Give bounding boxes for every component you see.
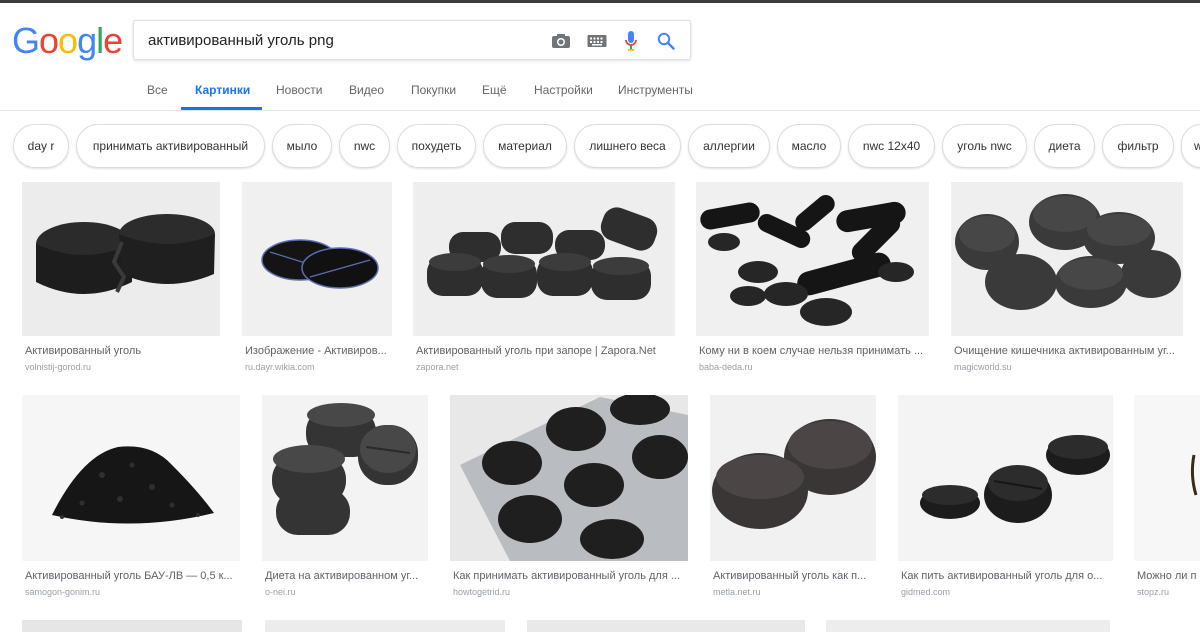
logo-letter: o [58,20,78,61]
result-domain: ru.dayr.wikia.com [245,362,315,372]
image-result[interactable]: Активированный уголь БАУ-ЛВ — 0,5 к... s… [22,395,240,601]
google-logo[interactable]: Google [12,20,123,62]
result-domain: zapora.net [416,362,459,372]
result-domain: gidmed.com [901,587,951,597]
search-box[interactable]: активированный уголь png [133,20,691,60]
image-result[interactable]: Можно ли п stopz.ru [1134,395,1200,601]
result-caption[interactable]: Очищение кишечника активированным уг... [954,345,1184,357]
window-top-border [0,0,1200,3]
tab-video[interactable]: Видео [349,83,384,97]
keyboard-icon[interactable] [586,30,608,52]
chip[interactable]: уголь nwc [942,124,1027,168]
tab-all[interactable]: Все [147,83,168,97]
result-thumbnail[interactable] [527,620,805,632]
result-caption[interactable]: Активированный уголь [25,345,221,357]
result-domain: metla.net.ru [713,587,761,597]
thumbnail-watermark: howtogetrid [454,401,529,416]
result-thumbnail[interactable] [265,620,505,632]
result-caption[interactable]: Как принимать активированный уголь для .… [453,570,689,582]
result-caption[interactable]: Можно ли п [1137,570,1200,582]
result-domain: magicworld.su [954,362,1012,372]
search-tabs: Все Картинки Новости Видео Покупки Ещё Н… [0,70,1200,111]
logo-letter: l [96,20,104,61]
result-caption[interactable]: Как пить активированный уголь для о... [901,570,1114,582]
camera-icon[interactable] [550,30,572,52]
result-caption[interactable]: Изображение - Активиров... [245,345,393,357]
result-caption[interactable]: Активированный уголь как п... [713,570,877,582]
result-caption[interactable]: Кому ни в коем случае нельзя принимать .… [699,345,930,357]
image-result[interactable]: Как пить активированный уголь для о... g… [898,395,1113,601]
logo-letter: o [39,20,59,61]
chip[interactable]: лишнего веса [574,124,681,168]
logo-letter: g [77,20,97,61]
search-input[interactable]: активированный уголь png [148,32,334,49]
search-icon[interactable] [655,30,677,52]
tab-shopping[interactable]: Покупки [411,83,456,97]
chip[interactable]: nwc [339,124,390,168]
chip[interactable]: аллергии [688,124,770,168]
image-result[interactable]: Активированный уголь как п... metla.net.… [710,395,876,601]
image-result[interactable]: Очищение кишечника активированным уг... … [951,182,1183,374]
result-caption[interactable]: Активированный уголь при запоре | Zapora… [416,345,676,357]
result-thumbnail[interactable] [242,182,392,336]
result-thumbnail[interactable] [898,395,1113,561]
result-thumbnail[interactable] [413,182,675,336]
result-thumbnail[interactable] [22,395,240,561]
result-domain: howtogetrid.ru [453,587,511,597]
result-thumbnail[interactable] [951,182,1183,336]
result-thumbnail[interactable] [1134,395,1200,561]
microphone-icon[interactable] [620,30,642,52]
chip[interactable]: w [1181,124,1200,168]
tab-settings[interactable]: Настройки [534,83,593,97]
chip[interactable]: принимать активированный [76,124,265,168]
chip[interactable]: фильтр [1102,124,1174,168]
logo-letter: e [103,20,123,61]
tab-images[interactable]: Картинки [195,83,250,97]
chip[interactable]: похудеть [397,124,476,168]
image-result[interactable]: Активированный уголь при запоре | Zapora… [413,182,675,374]
chip[interactable]: мыло [272,124,332,168]
chip[interactable]: диета [1034,124,1095,168]
logo-letter: G [12,20,40,61]
result-domain: stopz.ru [1137,587,1170,597]
tab-news[interactable]: Новости [276,83,322,97]
chip[interactable]: day r [13,124,69,168]
image-result[interactable]: Изображение - Активиров... ru.dayr.wikia… [242,182,392,374]
tab-more[interactable]: Ещё [482,83,507,97]
chip[interactable]: материал [483,124,567,168]
result-caption[interactable]: Диета на активированном уг... [265,570,429,582]
result-thumbnail[interactable] [710,395,876,561]
result-caption[interactable]: Активированный уголь БАУ-ЛВ — 0,5 к... [25,570,241,582]
tab-tools[interactable]: Инструменты [618,83,693,97]
result-domain: o-nei.ru [265,587,296,597]
chip[interactable]: масло [777,124,841,168]
image-result[interactable]: Кому ни в коем случае нельзя принимать .… [696,182,929,374]
result-domain: samogon-gonim.ru [25,587,101,597]
active-tab-indicator [181,107,262,110]
image-result[interactable]: Диета на активированном уг... o-nei.ru [262,395,428,601]
result-thumbnail[interactable] [22,182,220,336]
result-thumbnail[interactable] [826,620,1110,632]
chip[interactable]: nwc 12x40 [848,124,935,168]
result-thumbnail[interactable] [262,395,428,561]
result-thumbnail[interactable] [22,620,242,632]
result-domain: volnistij-gorod.ru [25,362,92,372]
related-searches-chips: day r принимать активированный мыло nwc … [0,124,1200,170]
result-domain: baba-deda.ru [699,362,753,372]
image-result[interactable]: howtogetrid Как принимать активированный… [450,395,688,601]
result-thumbnail[interactable]: howtogetrid [450,395,688,561]
result-thumbnail[interactable] [696,182,929,336]
image-result[interactable]: Активированный уголь volnistij-gorod.ru [22,182,220,374]
